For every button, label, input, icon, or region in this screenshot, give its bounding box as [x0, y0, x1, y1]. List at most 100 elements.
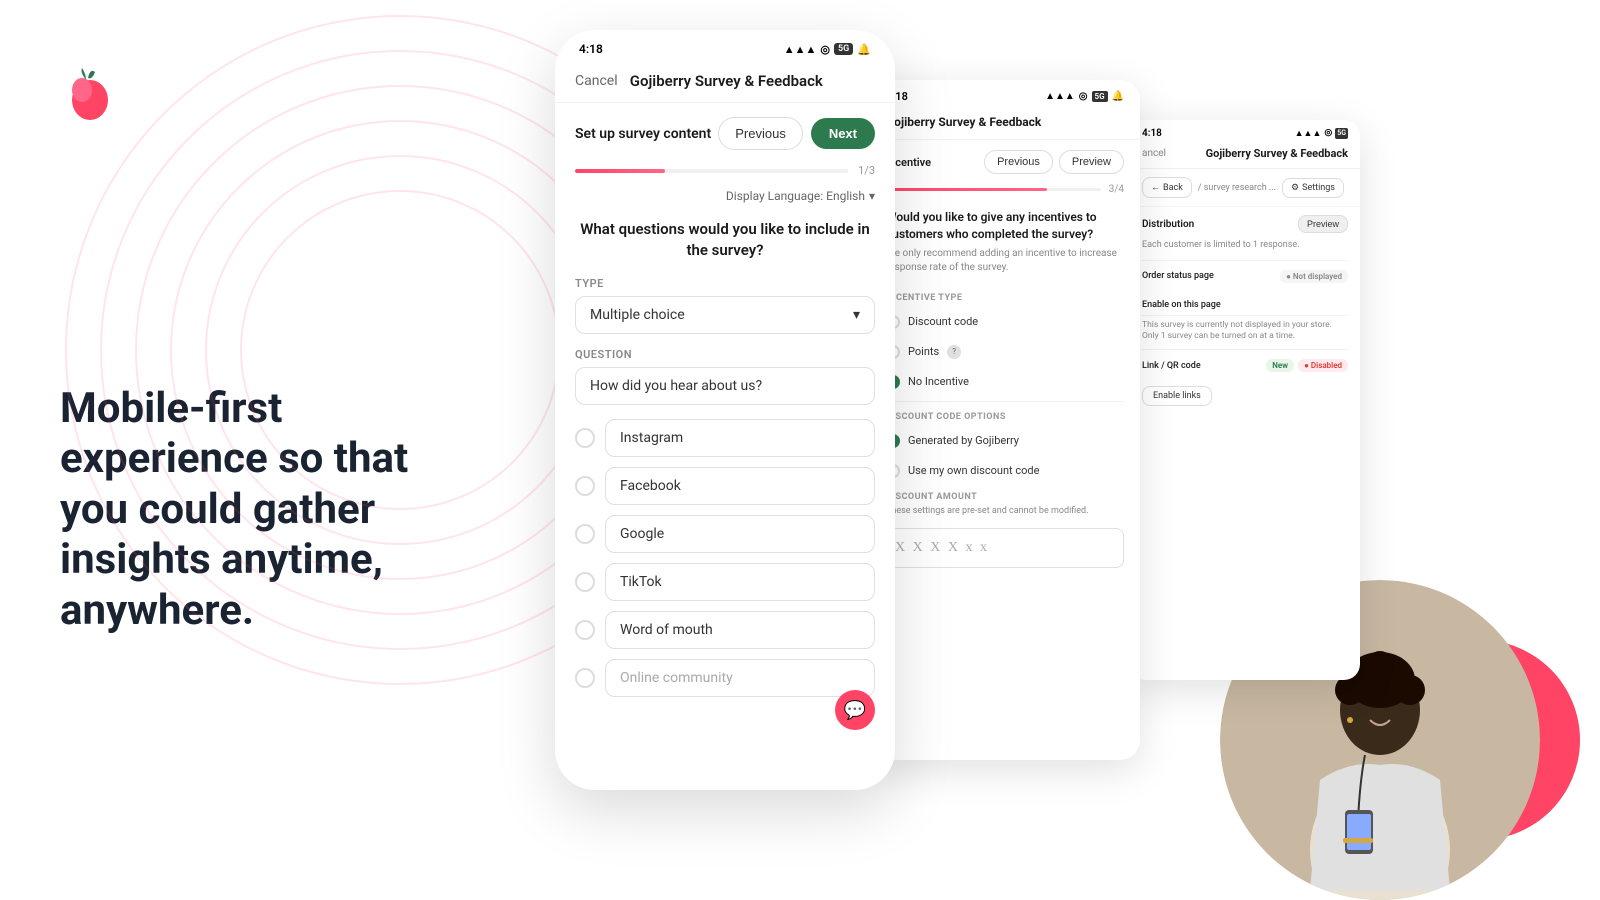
no-incentive-label: No Incentive [908, 375, 969, 388]
back-arrow-icon: ← [1151, 182, 1160, 193]
language-text: Display Language: English [726, 189, 865, 203]
generated-option[interactable]: Generated by Gojiberry [870, 426, 1140, 456]
radio-google[interactable] [575, 524, 595, 544]
settings-button[interactable]: ⚙ Settings [1282, 178, 1344, 198]
panel-battery: 5G [1092, 91, 1108, 102]
discount-amount-section: DISCOUNT AMOUNT [870, 486, 1140, 506]
right-status-bar: 4:18 ▲▲▲ ◎ 5G [1130, 120, 1360, 143]
right-wifi: ◎ [1324, 128, 1332, 139]
option-word-of-mouth[interactable]: Word of mouth [605, 611, 875, 649]
panel-prev-button[interactable]: Previous [984, 150, 1053, 174]
divider-2 [1142, 315, 1348, 316]
panel-section-title: INCENTIVE TYPE [870, 287, 1140, 307]
radio-online-community[interactable] [575, 668, 595, 688]
progress-track [575, 169, 848, 173]
panel-progress: 3/4 [870, 184, 1140, 201]
settings-label: Settings [1302, 183, 1335, 193]
enable-links-button[interactable]: Enable links [1142, 386, 1212, 406]
panel-option-no-incentive[interactable]: No Incentive [870, 367, 1140, 397]
time: 4:18 [579, 42, 603, 56]
list-item: TikTok [575, 563, 875, 601]
notice-text: This survey is currently not displayed i… [1142, 320, 1348, 344]
chevron-down-icon: ▾ [869, 189, 875, 203]
option-tiktok[interactable]: TikTok [605, 563, 875, 601]
panel-option-discount[interactable]: Discount code [870, 307, 1140, 337]
type-value: Multiple choice [590, 307, 685, 323]
middle-panel: 4:18 ▲▲▲ ◎ 5G 🔔 Gojiberry Survey & Feedb… [870, 80, 1140, 760]
right-icons: ▲▲▲ ◎ 5G [1295, 128, 1348, 139]
option-instagram[interactable]: Instagram [605, 419, 875, 457]
panel-divider [886, 401, 1124, 402]
question-input[interactable]: How did you hear about us? [575, 367, 875, 405]
step-header: Set up survey content Previous Next [555, 103, 895, 164]
discount-code-section: DISCOUNT CODE OPTIONS [870, 406, 1140, 426]
radio-instagram[interactable] [575, 428, 595, 448]
divider-3 [1142, 349, 1348, 350]
panel-title: Gojiberry Survey & Feedback [886, 115, 1124, 129]
panel-option-points[interactable]: Points ? [870, 337, 1140, 367]
previous-button[interactable]: Previous [718, 117, 803, 150]
not-displayed-badge: ● Not displayed [1280, 270, 1348, 283]
enable-row: Enable on this page [1142, 292, 1348, 311]
right-breadcrumb: ← Back / survey research ... ⚙ Settings [1130, 169, 1360, 207]
radio-word-of-mouth[interactable] [575, 620, 595, 640]
own-code-option[interactable]: Use my own discount code [870, 456, 1140, 486]
logo [60, 60, 120, 129]
progress-fill [575, 169, 665, 173]
panel-notif: 🔔 [1112, 91, 1124, 102]
panel-signal: ▲▲▲ [1045, 91, 1075, 102]
panel-header: Gojiberry Survey & Feedback [870, 109, 1140, 140]
chat-icon: 💬 [844, 700, 866, 721]
panel-status-bar: 4:18 ▲▲▲ ◎ 5G 🔔 [870, 80, 1140, 109]
progress-label: 1/3 [858, 164, 875, 177]
cancel-button[interactable]: Cancel [575, 73, 618, 89]
list-item: Google [575, 515, 875, 553]
status-bar: 4:18 ▲▲▲ ◎ 5G 🔔 [555, 30, 895, 64]
form-section: TYPE Multiple choice ▾ QUESTION How did … [555, 277, 895, 697]
panel-preview-button[interactable]: Preview [1059, 150, 1124, 174]
gear-icon: ⚙ [1291, 183, 1299, 193]
list-item: Online community [575, 659, 875, 697]
chat-fab-button[interactable]: 💬 [835, 690, 875, 730]
panel-progress-label: 3/4 [1109, 184, 1124, 195]
amount-note: These settings are pre-set and cannot be… [870, 506, 1140, 516]
option-google[interactable]: Google [605, 515, 875, 553]
radio-facebook[interactable] [575, 476, 595, 496]
discount-label: Discount code [908, 315, 978, 328]
phone-title: Gojiberry Survey & Feedback [630, 72, 823, 90]
section-header-row: Distribution Preview [1142, 215, 1348, 233]
right-info: Each customer is limited to 1 response. [1142, 239, 1348, 252]
link-qr-row: Link / QR code New ● Disabled [1142, 354, 1348, 377]
signature-text: X X X X x x [895, 540, 989, 556]
order-status-label: Order status page [1142, 271, 1214, 281]
option-facebook[interactable]: Facebook [605, 467, 875, 505]
panel-question: Would you like to give any incentives to… [870, 201, 1140, 247]
order-status-row: Order status page ● Not displayed [1142, 265, 1348, 288]
step-label: Set up survey content [575, 126, 711, 142]
link-label: Link / QR code [1142, 361, 1201, 371]
link-badges: New ● Disabled [1266, 359, 1348, 372]
type-select[interactable]: Multiple choice ▾ [575, 296, 875, 334]
next-button[interactable]: Next [811, 118, 875, 149]
notification-icon: 🔔 [857, 43, 871, 56]
signal-icon: ▲▲▲ [784, 43, 817, 56]
panel-subtext: We only recommend adding an incentive to… [870, 247, 1140, 287]
right-time: 4:18 [1142, 128, 1162, 139]
right-preview-button[interactable]: Preview [1298, 215, 1348, 233]
option-online-community[interactable]: Online community [605, 659, 875, 697]
signature-display: X X X X x x [886, 528, 1124, 568]
language-selector[interactable]: Display Language: English ▾ [555, 181, 895, 211]
disabled-badge: ● Disabled [1298, 359, 1348, 372]
status-icons: ▲▲▲ ◎ 5G 🔔 [784, 43, 871, 56]
list-item: Instagram [575, 419, 875, 457]
step-nav: Previous Next [718, 117, 875, 150]
radio-tiktok[interactable] [575, 572, 595, 592]
signature-area: X X X X x x [870, 516, 1140, 580]
new-badge: New [1266, 359, 1294, 372]
back-label: Back [1163, 183, 1183, 193]
right-title: Gojiberry Survey & Feedback [1206, 147, 1348, 160]
back-button[interactable]: ← Back [1142, 177, 1192, 198]
main-phone: 4:18 ▲▲▲ ◎ 5G 🔔 Cancel Gojiberry Survey … [555, 30, 895, 790]
survey-question: What questions would you like to include… [555, 211, 895, 277]
right-panel: 4:18 ▲▲▲ ◎ 5G ancel Gojiberry Survey & F… [1130, 120, 1360, 680]
